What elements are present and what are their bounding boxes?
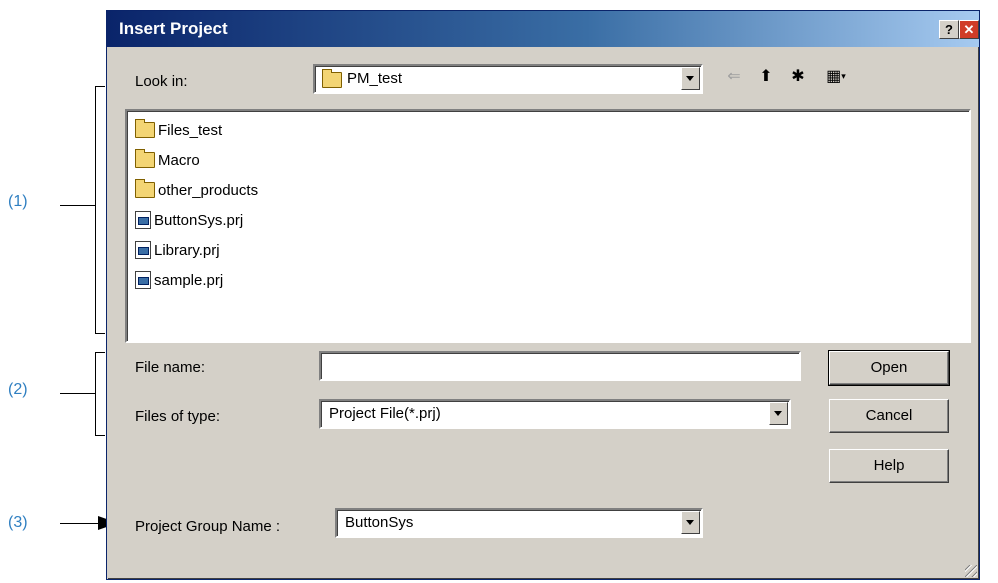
- insert-project-dialog: Insert Project ? ✕ Look in: PM_test ⇐ ⬆ …: [106, 10, 980, 580]
- callout-2-bracket: [95, 352, 105, 436]
- list-item[interactable]: Files_test: [135, 119, 222, 141]
- chevron-down-icon[interactable]: [769, 402, 788, 425]
- help-title-button[interactable]: ?: [939, 20, 959, 39]
- project-group-name-dropdown[interactable]: ButtonSys: [335, 508, 703, 538]
- look-in-label: Look in:: [135, 73, 188, 90]
- project-file-icon: [135, 241, 151, 259]
- folder-icon: [135, 179, 155, 198]
- callout-2-leader: [60, 393, 95, 394]
- folder-icon: [322, 69, 342, 88]
- callout-2-label: (2): [8, 381, 28, 398]
- file-list[interactable]: Files_test Macro other_products ButtonSy…: [125, 109, 971, 343]
- chevron-down-icon[interactable]: [681, 511, 700, 534]
- resize-grip-icon[interactable]: [965, 565, 977, 577]
- folder-icon: [135, 149, 155, 168]
- file-name-input[interactable]: [319, 351, 801, 381]
- files-of-type-value: Project File(*.prj): [329, 405, 441, 422]
- callout-1-leader: [60, 205, 95, 206]
- file-name-label: File name:: [135, 359, 206, 376]
- close-button[interactable]: ✕: [959, 20, 979, 39]
- up-folder-icon[interactable]: ⬆: [755, 65, 777, 87]
- view-menu-icon[interactable]: ▦ ▾: [821, 65, 851, 87]
- dialog-title: Insert Project: [119, 19, 228, 38]
- cancel-button[interactable]: Cancel: [829, 399, 949, 433]
- list-item[interactable]: Library.prj: [135, 239, 220, 261]
- callout-1-label: (1): [8, 193, 28, 210]
- new-folder-icon[interactable]: ✱: [787, 65, 809, 87]
- open-button[interactable]: Open: [828, 350, 950, 386]
- help-button[interactable]: Help: [829, 449, 949, 483]
- folder-icon: [135, 119, 155, 138]
- look-in-value: PM_test: [347, 70, 403, 87]
- list-item[interactable]: other_products: [135, 179, 258, 201]
- callout-3-arrow-line: [60, 523, 100, 524]
- list-item[interactable]: sample.prj: [135, 269, 223, 291]
- project-file-icon: [135, 211, 151, 229]
- callout-3-label: (3): [8, 514, 28, 531]
- project-file-icon: [135, 271, 151, 289]
- files-of-type-label: Files of type:: [135, 408, 221, 425]
- files-of-type-dropdown[interactable]: Project File(*.prj): [319, 399, 791, 429]
- look-in-dropdown[interactable]: PM_test: [313, 64, 703, 94]
- back-arrow-icon[interactable]: ⇐: [723, 65, 745, 87]
- chevron-down-icon[interactable]: [681, 67, 700, 90]
- callout-1-bracket: [95, 86, 105, 334]
- project-group-name-label: Project Group Name :: [135, 518, 281, 535]
- list-item[interactable]: ButtonSys.prj: [135, 209, 243, 231]
- project-group-name-value: ButtonSys: [345, 514, 414, 531]
- list-item[interactable]: Macro: [135, 149, 200, 171]
- title-bar[interactable]: Insert Project ? ✕: [107, 11, 979, 47]
